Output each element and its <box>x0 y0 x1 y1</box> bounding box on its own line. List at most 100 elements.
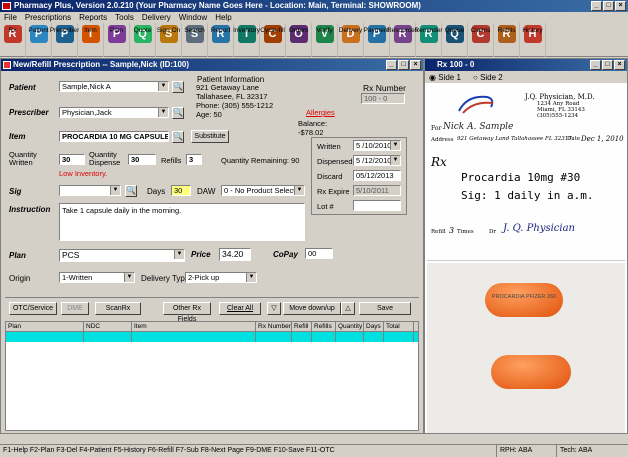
toolbar-sign-on-button[interactable]: S Sign On <box>156 23 182 57</box>
sig-field[interactable] <box>59 185 121 196</box>
toolbar-orders-button[interactable]: O Orders <box>286 23 312 57</box>
plan-field[interactable]: PCS <box>59 249 185 262</box>
days-field[interactable]: 30 <box>171 185 191 196</box>
side1-radio[interactable]: ◉ Side 1 <box>429 73 461 82</box>
doctor-addr3: (305)555-1234 <box>537 113 579 119</box>
origin-field[interactable]: 1-Written <box>59 272 135 283</box>
rx-maximize-button[interactable]: □ <box>398 60 409 70</box>
item-label: Item <box>9 132 26 141</box>
substitute-button[interactable]: Substitute <box>191 130 229 143</box>
rx-close-button[interactable]: × <box>410 60 421 70</box>
grid-header-cell[interactable]: Total <box>384 322 414 331</box>
rx-symbol: Rx <box>431 155 447 169</box>
grid-header-cell[interactable]: Days <box>364 322 384 331</box>
rph-pane: RPH: ABA <box>496 445 552 457</box>
grid-header-cell[interactable]: Refills <box>312 322 336 331</box>
grid-cell[interactable] <box>6 332 84 342</box>
qty-written-field[interactable]: 30 <box>59 154 85 165</box>
grid-cell[interactable] <box>384 332 414 342</box>
toolbar-rx-button[interactable]: R Rx <box>0 23 26 57</box>
item-field[interactable]: PROCARDIA 10 MG CAPSULE/ <box>59 131 169 142</box>
side2-radio[interactable]: ○ Side 2 <box>473 73 503 82</box>
rx-minimize-button[interactable]: _ <box>386 60 397 70</box>
minimize-button[interactable]: _ <box>591 1 602 11</box>
prescriber-search-button[interactable]: 🔍 <box>172 107 184 119</box>
grid-header-cell[interactable]: Refill <box>292 322 312 331</box>
save-button[interactable]: Save <box>359 302 411 315</box>
toolbar-label: Payment <box>363 27 390 34</box>
grid-cell[interactable] <box>292 332 312 342</box>
patient-field[interactable]: Sample,Nick A <box>59 81 169 92</box>
qty-dispense-field[interactable]: 30 <box>128 154 156 165</box>
copay-field[interactable]: 00 <box>305 248 333 259</box>
grid-cell[interactable] <box>364 332 384 342</box>
menu-item-prescriptions[interactable]: Prescriptions <box>25 12 71 23</box>
toolbar-verify-button[interactable]: V Verify <box>312 23 338 57</box>
lot-field[interactable] <box>353 200 401 211</box>
item-search-button[interactable]: 🔍 <box>172 131 184 143</box>
toolbar-label: History <box>522 27 543 34</box>
grid-header-cell[interactable]: Item <box>132 322 256 331</box>
maximize-button[interactable]: □ <box>603 1 614 11</box>
table-row[interactable] <box>6 332 418 342</box>
delivery-type-field[interactable]: 2-Pick up <box>185 272 257 283</box>
toolbar-quote-button[interactable]: Q Quote <box>130 23 156 57</box>
other-rx-fields-button[interactable]: Other Rx Fields <box>163 302 211 323</box>
img-minimize-button[interactable]: _ <box>590 60 601 70</box>
img-close-button[interactable]: × <box>614 60 625 70</box>
grid-header-cell[interactable]: Rx Number <box>256 322 292 331</box>
grid-cell[interactable] <box>84 332 132 342</box>
menu-item-window[interactable]: Window <box>179 12 207 23</box>
img-maximize-button[interactable]: □ <box>602 60 613 70</box>
toolbar-plan-button[interactable]: P Plan <box>104 23 130 57</box>
toolbar-reminder-button[interactable]: R Reminder <box>414 23 443 57</box>
prescription-window-title-bar: New/Refill Prescription -- Sample,Nick (… <box>1 59 423 71</box>
toolbar-history-button[interactable]: H History <box>520 23 546 57</box>
menu-item-delivery[interactable]: Delivery <box>142 12 171 23</box>
toolbar-search-button[interactable]: S Search <box>182 23 208 57</box>
patient-search-button[interactable]: 🔍 <box>172 81 184 93</box>
clear-all-button[interactable]: Clear All <box>219 302 261 315</box>
menu-item-tools[interactable]: Tools <box>115 12 134 23</box>
grid-cell[interactable] <box>336 332 364 342</box>
grid-header-cell[interactable]: NDC <box>84 322 132 331</box>
dispensed-date-field[interactable]: 5 /12/2010 <box>353 155 401 166</box>
allergies-link[interactable]: Allergies <box>306 108 335 117</box>
grid-header-cell[interactable]: Quantity <box>336 322 364 331</box>
scanrx-button[interactable]: ScanRx <box>95 302 141 315</box>
toolbar-patient-button[interactable]: P Patient <box>26 23 52 57</box>
menu-item-file[interactable]: File <box>4 12 17 23</box>
prescriber-field[interactable]: Physician,Jack <box>59 107 169 118</box>
address-label: Address <box>431 137 454 143</box>
move-down-button[interactable]: ▽ <box>267 302 281 315</box>
toolbar-resources-button[interactable]: R Resources <box>387 23 418 57</box>
date-label: Date <box>567 136 581 142</box>
toolbar-delivery-button[interactable]: D Delivery <box>338 23 364 57</box>
move-up-button[interactable]: △ <box>341 302 355 315</box>
toolbar-report-button[interactable]: R Report <box>208 23 234 57</box>
toolbar-item-button[interactable]: I Item <box>78 23 104 57</box>
menu-item-reports[interactable]: Reports <box>79 12 107 23</box>
toolbar-claims-button[interactable]: C Claims <box>468 23 494 57</box>
instruction-field[interactable]: Take 1 capsule daily in the morning. <box>59 203 305 241</box>
toolbar-cycle-fill-button[interactable]: C Cycle-fill <box>260 23 286 57</box>
otc-service-button[interactable]: OTC/Service <box>9 302 57 315</box>
refills-field[interactable]: 3 <box>186 154 202 165</box>
grid-cell[interactable] <box>256 332 292 342</box>
move-button[interactable]: Move down/up <box>283 302 341 315</box>
sig-search-button[interactable]: 🔍 <box>125 185 137 197</box>
written-date-field[interactable]: 5 /10/2010 <box>353 140 401 151</box>
grid-cell[interactable] <box>312 332 336 342</box>
rx-grid[interactable]: Plan NDC Item Rx Number Refill Refills Quantit… <box>5 321 419 431</box>
toolbar-prescriber-button[interactable]: P Prescriber <box>50 23 79 57</box>
discard-date-field[interactable]: 05/12/2013 <box>353 170 401 181</box>
price-field[interactable]: 34.20 <box>219 248 251 261</box>
menu-item-help[interactable]: Help <box>215 12 231 23</box>
toolbar-queue-button[interactable]: Q Queue <box>442 23 468 57</box>
close-button[interactable]: × <box>615 1 626 11</box>
daw-field[interactable]: 0 - No Product Selection I <box>221 185 305 196</box>
grid-cell[interactable] <box>132 332 256 342</box>
toolbar-refills-button[interactable]: R Refills <box>494 23 520 57</box>
grid-header-cell[interactable]: Plan <box>6 322 84 331</box>
toolbar-inventory-button[interactable]: I Inventory <box>233 23 260 57</box>
